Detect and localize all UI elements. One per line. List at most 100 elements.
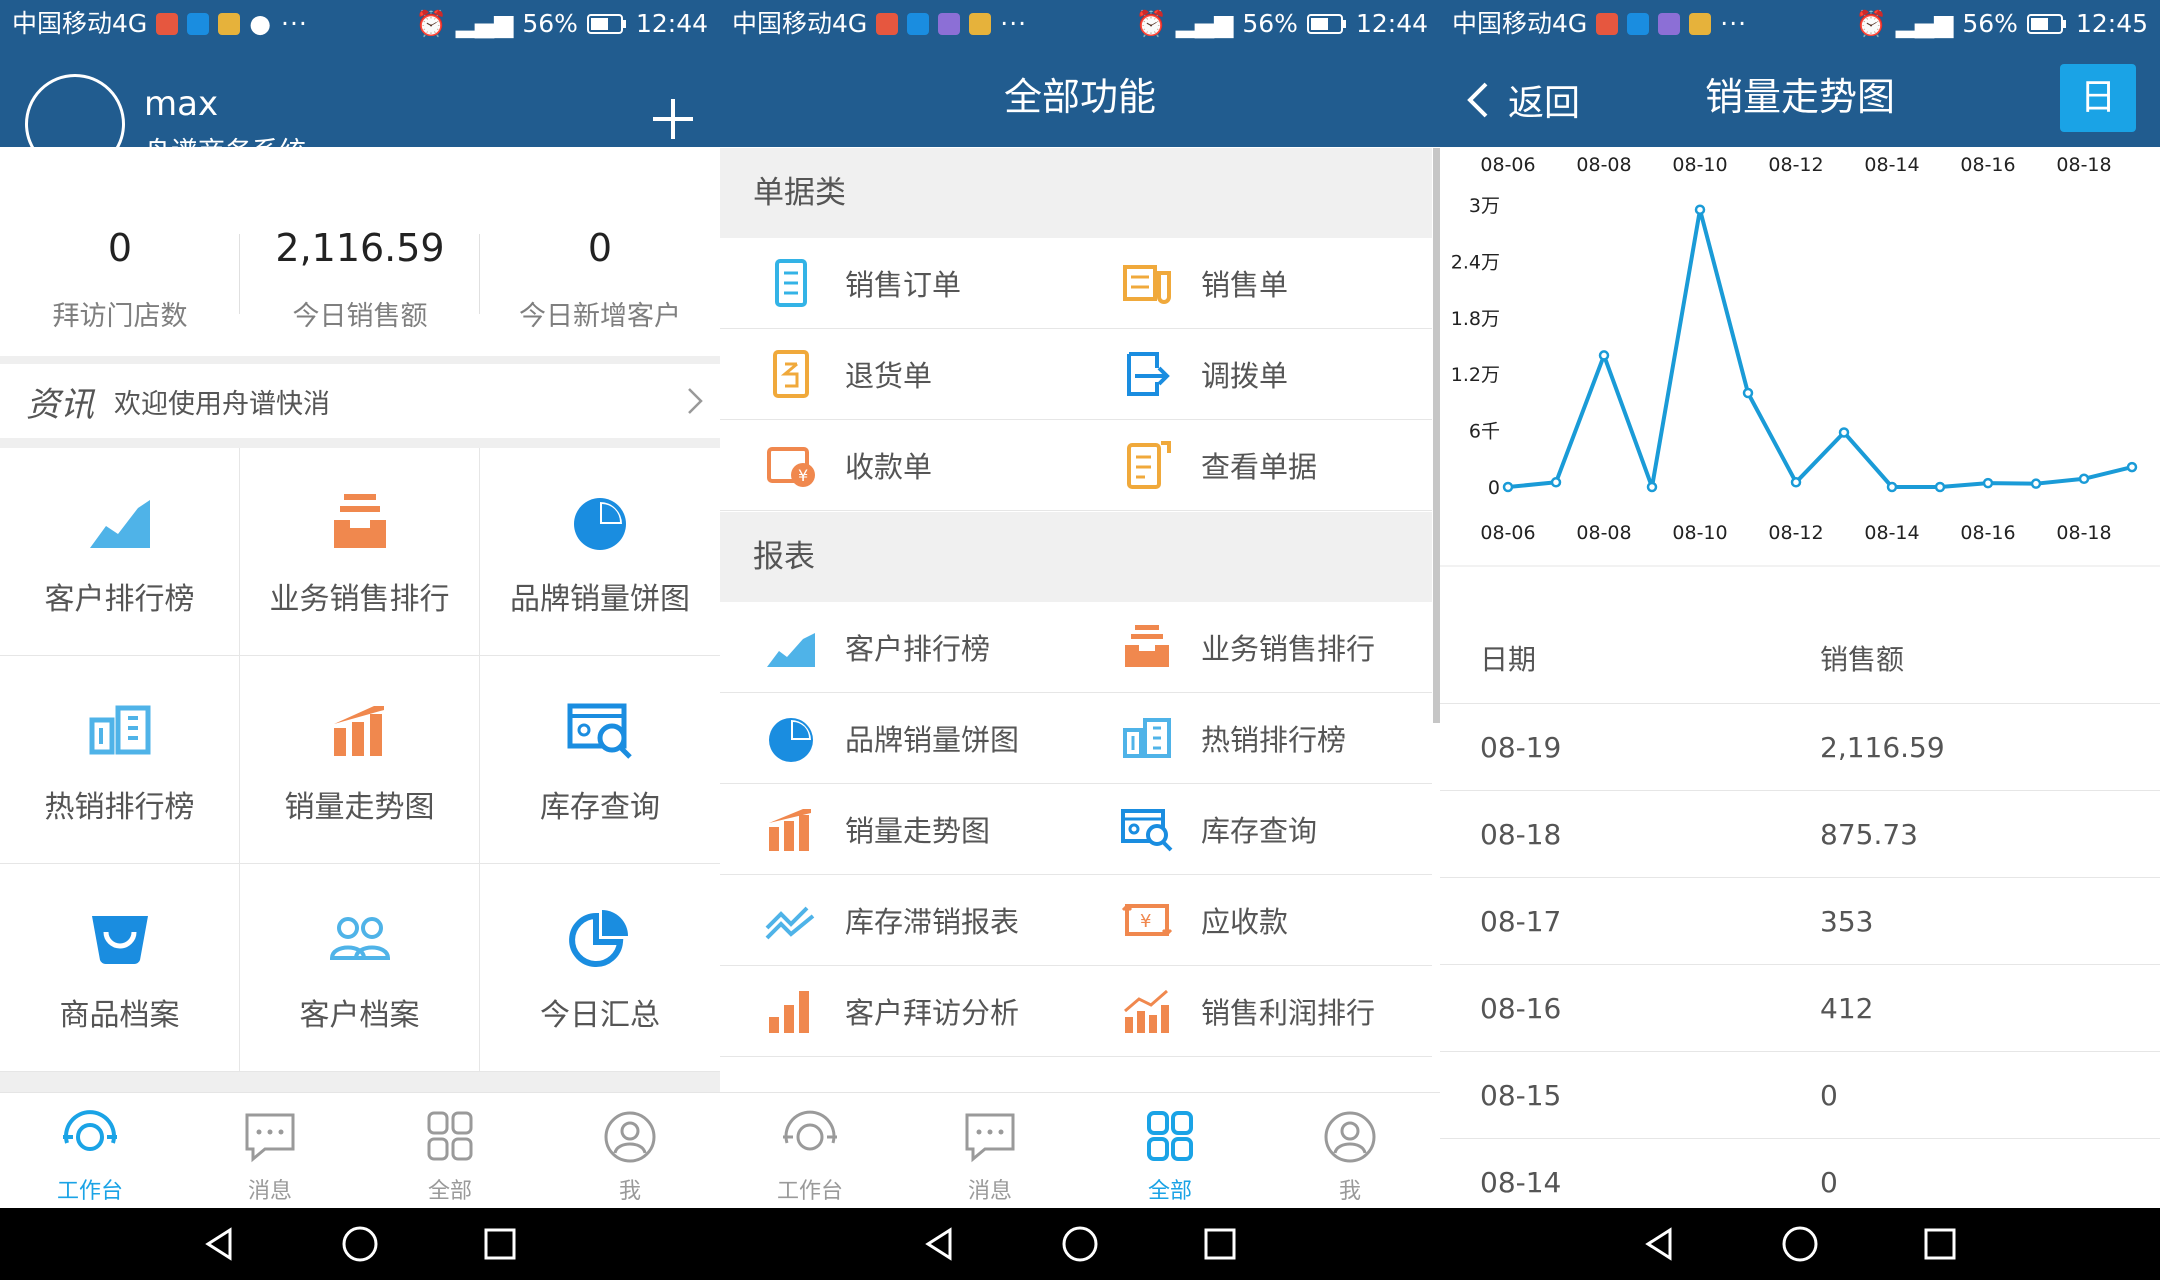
tab-all[interactable]: 全部 bbox=[360, 1093, 540, 1208]
tab-workbench[interactable]: 工作台 bbox=[0, 1093, 180, 1208]
section-header-reports: 报表 bbox=[720, 512, 1432, 602]
customers-icon bbox=[329, 916, 390, 960]
grid-item-today-summary[interactable]: 今日汇总 bbox=[480, 864, 720, 1072]
inventory-search-icon bbox=[1121, 809, 1173, 852]
grid-item-inventory[interactable]: 库存查询 bbox=[480, 656, 720, 864]
x-tick-label: 08-06 bbox=[1480, 522, 1535, 544]
divider bbox=[0, 1072, 720, 1092]
stat-label: 今日销售额 bbox=[292, 301, 428, 332]
period-day-button[interactable]: 日 bbox=[2060, 64, 2136, 132]
function-return[interactable]: 退货单 bbox=[720, 329, 1076, 419]
series-line bbox=[1507, 207, 2133, 489]
grid-item-brand-pie[interactable]: 品牌销量饼图 bbox=[480, 448, 720, 656]
user-icon bbox=[1324, 1111, 1376, 1163]
data-point bbox=[1790, 477, 1802, 488]
grid-item-customer-rank[interactable]: 客户排行榜 bbox=[0, 448, 240, 656]
alarm-icon: ⏰ bbox=[415, 9, 447, 38]
stat-new-customers[interactable]: 0 今日新增客户 bbox=[480, 196, 720, 356]
more-notifications-icon: ··· bbox=[1720, 9, 1748, 38]
avatar[interactable] bbox=[25, 74, 125, 174]
bar-trend-icon bbox=[333, 705, 384, 756]
chevron-right-icon bbox=[688, 388, 703, 414]
tab-me[interactable]: 我 bbox=[540, 1093, 720, 1208]
app-root: 中国移动4G ● ··· ⏰ ▂▄▆ 56% 12:44 max 舟谱商务系统 … bbox=[0, 0, 2160, 1280]
grid-item-label: 库存查询 bbox=[540, 789, 660, 825]
system-nav-bar bbox=[1440, 1208, 2160, 1280]
recents-icon[interactable] bbox=[1200, 1224, 1240, 1264]
tab-messages[interactable]: 消息 bbox=[180, 1093, 360, 1208]
grid-item-sales-trend[interactable]: 销量走势图 bbox=[240, 656, 480, 864]
function-row: 客户拜访分析 销售利润排行 bbox=[720, 966, 1432, 1057]
alarm-icon: ⏰ bbox=[1855, 9, 1887, 38]
back-icon[interactable] bbox=[1640, 1224, 1680, 1264]
row-amount: 412 bbox=[1820, 991, 1874, 1025]
function-view-documents[interactable]: 查看单据 bbox=[1076, 420, 1432, 510]
row-date: 08-17 bbox=[1480, 904, 1562, 938]
grid-item-sales-rank[interactable]: 业务销售排行 bbox=[240, 448, 480, 656]
home-icon[interactable] bbox=[340, 1224, 380, 1264]
stat-value: 2,116.59 bbox=[275, 226, 445, 270]
function-sales-order[interactable]: 销售订单 bbox=[720, 238, 1076, 328]
table-row[interactable]: 08-18 875.73 bbox=[1440, 791, 2160, 878]
tab-messages[interactable]: 消息 bbox=[900, 1093, 1080, 1208]
function-label: 查看单据 bbox=[1201, 450, 1318, 484]
function-transfer[interactable]: 调拨单 bbox=[1076, 329, 1432, 419]
table-row[interactable]: 08-17 353 bbox=[1440, 878, 2160, 965]
function-receivables[interactable]: ¥ 应收款 bbox=[1076, 875, 1432, 965]
function-sales-slip[interactable]: 销售单 bbox=[1076, 238, 1432, 328]
function-slow-stock[interactable]: 库存滞销报表 bbox=[720, 875, 1076, 965]
home-icon[interactable] bbox=[1060, 1224, 1100, 1264]
table-row[interactable]: 08-15 0 bbox=[1440, 1052, 2160, 1139]
tab-all[interactable]: 全部 bbox=[1080, 1093, 1260, 1208]
function-sales-rank[interactable]: 业务销售排行 bbox=[1076, 602, 1432, 692]
recents-icon[interactable] bbox=[1920, 1224, 1960, 1264]
table-row[interactable]: 08-19 2,116.59 bbox=[1440, 704, 2160, 791]
home-icon[interactable] bbox=[1780, 1224, 1820, 1264]
grid-item-products[interactable]: 商品档案 bbox=[0, 864, 240, 1072]
tab-label: 全部 bbox=[1147, 1179, 1192, 1204]
y-tick-label: 0 bbox=[1488, 477, 1500, 499]
data-point bbox=[1982, 477, 1994, 489]
divider bbox=[0, 356, 720, 364]
add-button[interactable] bbox=[650, 96, 696, 142]
stat-sales[interactable]: 2,116.59 今日销售额 bbox=[240, 196, 480, 356]
more-notifications-icon: ● ··· bbox=[249, 9, 308, 38]
function-collection[interactable]: ¥ 收款单 bbox=[720, 420, 1076, 510]
back-icon[interactable] bbox=[920, 1224, 960, 1264]
grid-icon bbox=[1147, 1111, 1193, 1161]
summary-pie-icon bbox=[569, 909, 628, 967]
user-icon bbox=[604, 1111, 656, 1163]
row-amount: 0 bbox=[1820, 1078, 1838, 1112]
transfer-icon bbox=[1127, 352, 1170, 396]
tab-me[interactable]: 我 bbox=[1260, 1093, 1440, 1208]
recents-icon[interactable] bbox=[480, 1224, 520, 1264]
back-icon[interactable] bbox=[200, 1224, 240, 1264]
function-customer-rank[interactable]: 客户排行榜 bbox=[720, 602, 1076, 692]
hot-rank-icon bbox=[1123, 718, 1171, 758]
grid-item-label: 今日汇总 bbox=[540, 997, 660, 1033]
function-brand-pie[interactable]: 品牌销量饼图 bbox=[720, 693, 1076, 783]
battery-percent: 56% bbox=[522, 9, 578, 38]
function-hot-rank[interactable]: 热销排行榜 bbox=[1076, 693, 1432, 783]
function-inventory[interactable]: 库存查询 bbox=[1076, 784, 1432, 874]
battery-percent: 56% bbox=[1242, 9, 1298, 38]
table-row[interactable]: 08-16 412 bbox=[1440, 965, 2160, 1052]
row-date: 08-16 bbox=[1480, 991, 1562, 1025]
data-point bbox=[2126, 461, 2138, 473]
function-grid: 客户排行榜 业务销售排行 品牌销量饼图 热销排行榜 销量走势图 库存查询 商品档… bbox=[0, 448, 720, 1072]
scrollbar[interactable] bbox=[1433, 148, 1440, 723]
battery-icon bbox=[2026, 14, 2066, 34]
function-visit-analysis[interactable]: 客户拜访分析 bbox=[720, 966, 1076, 1056]
carrier-label: 中国移动4G bbox=[1452, 9, 1588, 38]
receipt-icon bbox=[1123, 265, 1171, 304]
grid-item-customers[interactable]: 客户档案 bbox=[240, 864, 480, 1072]
grid-item-hot-rank[interactable]: 热销排行榜 bbox=[0, 656, 240, 864]
grid-icon bbox=[427, 1111, 473, 1161]
function-sales-trend[interactable]: 销量走势图 bbox=[720, 784, 1076, 874]
news-bar[interactable]: 资讯 欢迎使用舟谱快消 bbox=[0, 364, 720, 438]
row-amount: 2,116.59 bbox=[1820, 730, 1945, 764]
tab-workbench[interactable]: 工作台 bbox=[720, 1093, 900, 1208]
function-profit-rank[interactable]: 销售利润排行 bbox=[1076, 966, 1432, 1056]
stat-visits[interactable]: 0 拜访门店数 bbox=[0, 196, 240, 356]
data-point bbox=[1886, 481, 1898, 493]
